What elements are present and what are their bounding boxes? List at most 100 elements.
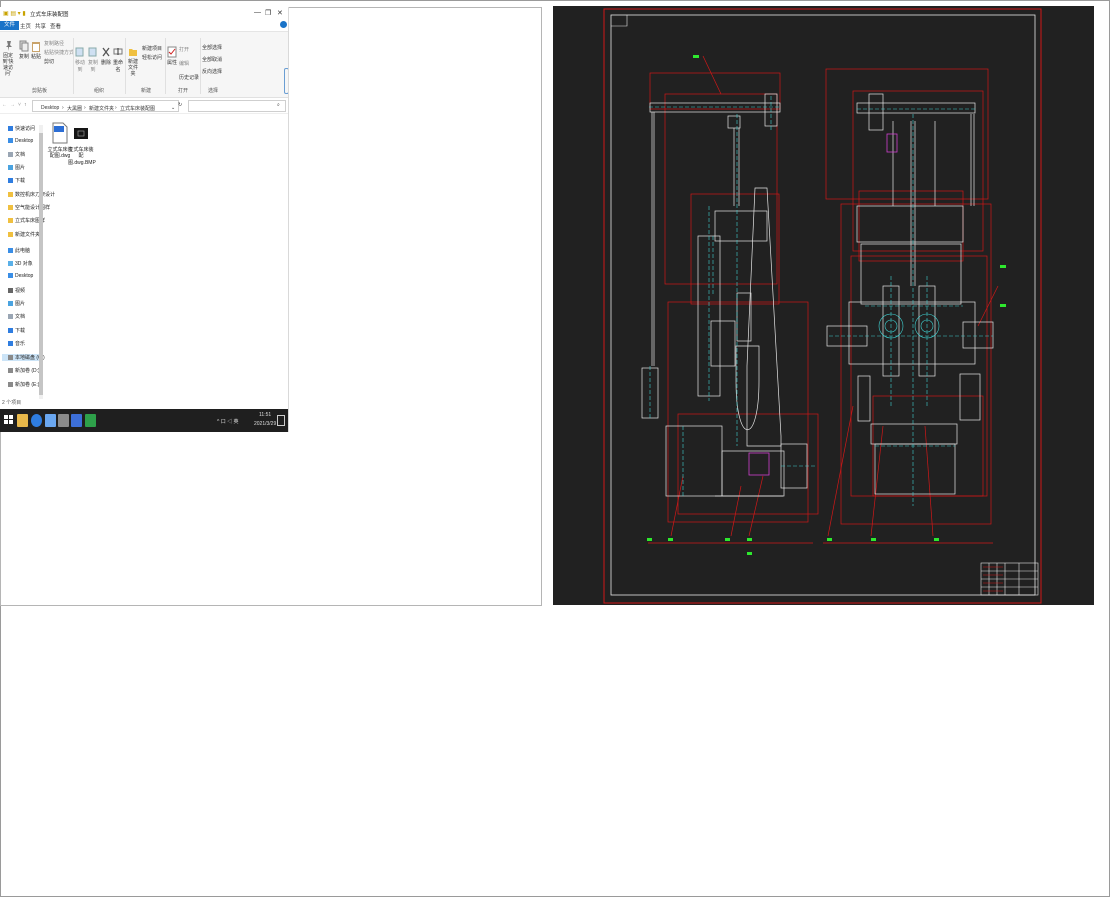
search-input[interactable]: ⌕	[188, 100, 286, 112]
desktop-icon	[8, 138, 13, 144]
select-none-button[interactable]: 全部取消	[202, 56, 228, 63]
ribbon: 固定到'快速访问' 复制 粘贴 复制路径 粘贴快捷方式 剪切 剪贴板 移动到 复…	[0, 32, 288, 98]
star-icon	[8, 126, 13, 132]
new-item-button[interactable]: 新建项目	[142, 45, 164, 52]
ribbon-divider	[200, 38, 201, 94]
breadcrumb-desktop[interactable]: Desktop	[41, 105, 59, 111]
file-bmp[interactable]: 立式车床装配图.dwg.BMP	[68, 122, 96, 166]
forward-icon[interactable]: →	[10, 102, 15, 108]
sidebar-item-label: Desktop	[15, 273, 34, 279]
breadcrumb-folder2[interactable]: 新建文件夹	[89, 105, 114, 112]
sidebar-item[interactable]: 新建文件夹	[8, 231, 40, 238]
invert-selection-button[interactable]: 反向选择	[202, 68, 228, 75]
breadcrumb-current[interactable]: 立式车床装配图	[120, 105, 155, 112]
copy-to-button[interactable]: 复制到	[87, 46, 99, 73]
app-taskbar-icon[interactable]	[58, 414, 69, 427]
sidebar-item-label: 数控机床刀架设计	[15, 192, 56, 198]
browser-taskbar-icon[interactable]	[31, 414, 42, 427]
clock-date[interactable]: 2021/3/29	[254, 421, 276, 427]
easy-access-button[interactable]: 轻松访问	[142, 54, 164, 61]
sidebar-item[interactable]: 空气能设计图样	[8, 204, 50, 211]
cut-button[interactable]: 剪切	[44, 58, 74, 65]
history-button[interactable]: 历史记录	[179, 74, 199, 81]
sidebar-item[interactable]: 3D 对象	[8, 260, 33, 267]
properties-button[interactable]: 属性	[166, 46, 178, 66]
explorer-taskbar-icon[interactable]	[17, 414, 28, 427]
cad-drawing-viewport[interactable]	[553, 6, 1094, 605]
paste-button[interactable]: 粘贴	[30, 40, 42, 60]
document-taskbar-icon[interactable]	[45, 414, 56, 427]
sidebar-item[interactable]: 图片	[8, 164, 25, 171]
sidebar-item-label: 下载	[15, 178, 26, 184]
delete-button[interactable]: 删除	[100, 46, 112, 66]
pin-quick-access-button[interactable]: 固定到'快速访问'	[1, 40, 17, 77]
refresh-icon[interactable]: ↻	[178, 102, 182, 108]
sidebar-item[interactable]: 音乐	[8, 340, 25, 347]
close-button[interactable]: ✕	[277, 9, 283, 17]
sidebar-item[interactable]: 文档	[8, 151, 25, 158]
breadcrumb-folder1[interactable]: 大黑圈	[67, 105, 82, 112]
clock-time[interactable]: 11:51	[259, 412, 271, 418]
scroll-thumb[interactable]	[39, 133, 43, 395]
rename-button[interactable]: 重命名	[112, 46, 124, 73]
tab-home[interactable]: 主页	[20, 22, 31, 30]
sidebar-item[interactable]: 新加卷 (E:)	[8, 381, 39, 388]
system-tray[interactable]: ^ 口 ◁ 英	[217, 418, 239, 425]
minimize-button[interactable]: —	[254, 9, 261, 16]
new-folder-button[interactable]: 新建文件夹	[126, 46, 140, 77]
back-icon[interactable]: ←	[2, 102, 7, 108]
up-icon[interactable]: ↑	[24, 102, 27, 108]
sidebar-item-label: 下载	[15, 328, 26, 334]
sidebar-item[interactable]: 数控机床刀架设计	[8, 191, 55, 198]
select-all-button[interactable]: 全部选择	[202, 44, 228, 51]
edit-button[interactable]: 编辑	[179, 60, 195, 67]
sidebar-item[interactable]: Desktop	[8, 273, 33, 279]
move-icon	[75, 47, 84, 57]
callout-markers	[647, 55, 1006, 555]
sidebar-item[interactable]: Desktop	[8, 138, 33, 144]
download-icon	[8, 178, 13, 184]
paste-shortcut-button[interactable]: 粘贴快捷方式	[44, 49, 74, 56]
move-to-button[interactable]: 移动到	[74, 46, 86, 73]
sidebar-item-label: 视频	[15, 288, 26, 294]
group-open: 打开	[178, 88, 189, 94]
ribbon-scrollbar[interactable]	[284, 68, 288, 94]
word-taskbar-icon[interactable]	[71, 414, 82, 427]
sidebar-item[interactable]: 下载	[8, 327, 25, 334]
tab-file[interactable]: 文件	[0, 21, 20, 30]
address-bar-row: ← → ˅ ↑ Desktop › 大黑圈 › 新建文件夹 › 立式车床装配图 …	[0, 98, 288, 114]
excel-taskbar-icon[interactable]	[85, 414, 96, 427]
sidebar-item[interactable]: 快速访问	[8, 125, 35, 132]
picture-icon	[8, 301, 13, 307]
drive-icon	[8, 382, 13, 388]
windows-start-icon[interactable]	[4, 415, 13, 424]
chevron-down-icon[interactable]: ⌄	[171, 105, 175, 111]
sidebar-item[interactable]: 文档	[8, 313, 25, 320]
folder-icon	[8, 205, 13, 211]
notification-icon[interactable]	[277, 415, 285, 426]
sidebar-item[interactable]: 本地磁盘 (C:)	[2, 354, 45, 361]
sidebar-item[interactable]: 视频	[8, 287, 25, 294]
quick-access-toolbar-icons[interactable]: ▣ ▤ ▾ ▮	[3, 10, 26, 17]
sidebar-item-label: Desktop	[15, 138, 34, 144]
file-explorer-window: ▣ ▤ ▾ ▮ 立式车床装配图 — ❐ ✕ 文件 主页 共享 查看 固定到'快速…	[0, 7, 289, 432]
copy-button[interactable]: 复制	[18, 40, 30, 60]
sidebar-item[interactable]: 新加卷 (D:)	[8, 367, 40, 374]
download-icon	[8, 328, 13, 334]
address-bar[interactable]: Desktop › 大黑圈 › 新建文件夹 › 立式车床装配图 ⌄	[32, 100, 179, 112]
tab-view[interactable]: 查看	[50, 22, 61, 30]
tab-share[interactable]: 共享	[35, 22, 46, 30]
lathe-assembly-drawing	[603, 8, 1042, 604]
copy-path-button[interactable]: 复制路径	[44, 40, 74, 47]
open-button[interactable]: 打开	[179, 46, 195, 53]
folder-icon	[8, 192, 13, 198]
sidebar-item[interactable]: 图片	[8, 300, 25, 307]
outer-border	[603, 8, 1042, 604]
search-icon: ⌕	[277, 102, 280, 108]
sidebar-item[interactable]: 下载	[8, 177, 25, 184]
help-icon[interactable]	[280, 21, 287, 28]
maximize-button[interactable]: ❐	[265, 9, 271, 17]
sidebar-item[interactable]: 此电脑	[8, 247, 30, 254]
nav-scrollbar[interactable]	[39, 125, 43, 399]
recent-icon[interactable]: ˅	[18, 102, 21, 108]
